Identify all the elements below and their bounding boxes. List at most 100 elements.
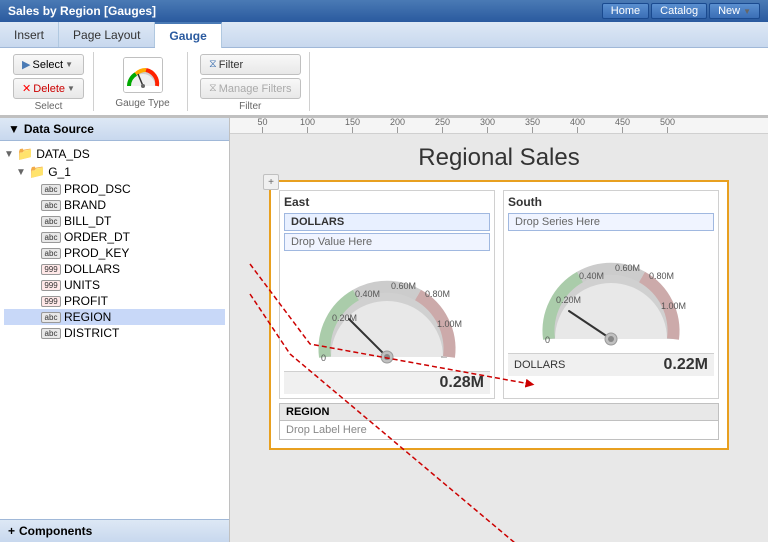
- ruler-mark-450: 450: [600, 118, 645, 133]
- ruler-mark-50: 50: [240, 118, 285, 133]
- type-icon-prod-key: abc: [41, 248, 61, 259]
- ribbon-group-select: ▶ Select ▼ ✕ Delete ▼ Select: [4, 52, 94, 111]
- gauge-value-south: 0.22M: [664, 356, 708, 374]
- tree-item-dollars[interactable]: 999 DOLLARS: [4, 261, 225, 277]
- gauge-container: + East DOLLARS Drop Value Here: [269, 180, 729, 450]
- ruler-mark-400: 400: [555, 118, 600, 133]
- tree-item-units[interactable]: 999 UNITS: [4, 277, 225, 293]
- tree-item-g1[interactable]: ▼ 📁 G_1: [4, 163, 225, 181]
- new-button[interactable]: New ▼: [709, 3, 760, 19]
- expand-datasource[interactable]: ▼: [8, 122, 20, 136]
- gauge-value-east: 0.28M: [440, 374, 484, 392]
- folder-icon-g1: 📁: [29, 164, 45, 180]
- label-zone-title: REGION: [280, 404, 718, 421]
- expand-g1[interactable]: ▼: [16, 167, 26, 178]
- svg-text:0.60M: 0.60M: [391, 281, 416, 291]
- gauge-panel-south: South Drop Series Here 0 0.20M: [503, 190, 719, 399]
- type-icon-order-dt: abc: [41, 232, 61, 243]
- expand-components[interactable]: +: [8, 524, 15, 538]
- gauge-dial-south: 0 0.20M 0.40M 0.60M 0.80M 1.00M: [508, 235, 714, 353]
- gauge-panel-east: East DOLLARS Drop Value Here: [279, 190, 495, 399]
- svg-text:0.40M: 0.40M: [355, 289, 380, 299]
- filter-button[interactable]: ⧖ Filter: [200, 54, 301, 75]
- title-bar-buttons: Home Catalog New ▼: [602, 3, 760, 19]
- catalog-button[interactable]: Catalog: [651, 3, 707, 19]
- tree-item-brand[interactable]: abc BRAND: [4, 197, 225, 213]
- canvas-content: Regional Sales + East DOLLARS Drop Value…: [230, 134, 768, 542]
- type-icon-brand: abc: [41, 200, 61, 211]
- gauge-value-label-south: DOLLARS: [514, 359, 664, 371]
- delete-button[interactable]: ✕ Delete ▼: [13, 78, 84, 99]
- svg-text:0.80M: 0.80M: [649, 271, 674, 281]
- new-dropdown-arrow: ▼: [743, 7, 751, 16]
- ruler-marks: 50 100 150 200 250: [230, 118, 690, 133]
- tree-item-prod-key[interactable]: abc PROD_KEY: [4, 245, 225, 261]
- south-label: South: [508, 195, 714, 209]
- components-header: + Components: [0, 519, 229, 542]
- ruler-mark-500: 500: [645, 118, 690, 133]
- ribbon-group-filter: ⧖ Filter ⧖ Manage Filters Filter: [192, 52, 310, 111]
- svg-text:0.40M: 0.40M: [579, 271, 604, 281]
- connect-icon[interactable]: +: [263, 174, 279, 190]
- type-icon-units: 999: [41, 280, 61, 291]
- ribbon-content: ▶ Select ▼ ✕ Delete ▼ Select: [0, 48, 768, 116]
- tab-gauge[interactable]: Gauge: [155, 22, 221, 48]
- canvas-area: 50 100 150 200 250: [230, 118, 768, 542]
- ruler-mark-100: 100: [285, 118, 330, 133]
- main-area: ▼ Data Source ▼ 📁 DATA_DS ▼ 📁 G_1 abc PR…: [0, 118, 768, 542]
- svg-text:0: 0: [545, 335, 550, 345]
- select-button[interactable]: ▶ Select ▼: [13, 54, 84, 75]
- svg-text:1.00M: 1.00M: [437, 319, 462, 329]
- folder-icon-datads: 📁: [17, 146, 33, 162]
- expand-datads[interactable]: ▼: [4, 149, 14, 160]
- gauge-value-row-east: 0.28M: [284, 371, 490, 394]
- label-zone-drop[interactable]: Drop Label Here: [280, 421, 718, 439]
- svg-text:1.00M: 1.00M: [661, 301, 686, 311]
- svg-text:0.80M: 0.80M: [425, 289, 450, 299]
- tree-item-district[interactable]: abc DISTRICT: [4, 325, 225, 341]
- type-icon-region: abc: [41, 312, 61, 323]
- tree-item-datads[interactable]: ▼ 📁 DATA_DS: [4, 145, 225, 163]
- tab-page-layout[interactable]: Page Layout: [59, 22, 155, 47]
- type-icon-dollars: 999: [41, 264, 61, 275]
- tree-item-profit[interactable]: 999 PROFIT: [4, 293, 225, 309]
- ruler-mark-350: 350: [510, 118, 555, 133]
- select-dropdown-arrow: ▼: [65, 60, 73, 69]
- gauge-type-content: [123, 54, 163, 96]
- ruler-mark-150: 150: [330, 118, 375, 133]
- drop-value-east[interactable]: Drop Value Here: [284, 233, 490, 251]
- svg-text:0: 0: [321, 353, 326, 363]
- select-group-content: ▶ Select ▼ ✕ Delete ▼: [13, 54, 84, 99]
- gauge-row: East DOLLARS Drop Value Here: [279, 190, 719, 399]
- ribbon-group-gauge-type: Gauge Type: [98, 52, 188, 111]
- ruler: 50 100 150 200 250: [230, 118, 768, 134]
- datasource-header: ▼ Data Source: [0, 118, 229, 141]
- svg-text:0.20M: 0.20M: [332, 313, 357, 323]
- type-icon-prod-dsc: abc: [41, 184, 61, 195]
- sidebar-tree: ▼ 📁 DATA_DS ▼ 📁 G_1 abc PROD_DSC abc BRA…: [0, 141, 229, 519]
- ribbon-tab-bar: Insert Page Layout Gauge: [0, 22, 768, 48]
- window-title: Sales by Region [Gauges]: [8, 4, 156, 18]
- tree-item-order-dt[interactable]: abc ORDER_DT: [4, 229, 225, 245]
- gauge-value-row-south: DOLLARS 0.22M: [508, 353, 714, 376]
- tree-item-prod-dsc[interactable]: abc PROD_DSC: [4, 181, 225, 197]
- svg-text:0.60M: 0.60M: [615, 263, 640, 273]
- type-icon-profit: 999: [41, 296, 61, 307]
- home-button[interactable]: Home: [602, 3, 649, 19]
- dollars-field-east[interactable]: DOLLARS: [284, 213, 490, 231]
- gauge-dial-east: 0 0.20M 0.40M 0.60M 0.80M 1.00M: [284, 253, 490, 371]
- gauge-type-group-label: Gauge Type: [115, 98, 169, 109]
- svg-text:0.20M: 0.20M: [556, 295, 581, 305]
- tab-insert[interactable]: Insert: [0, 22, 59, 47]
- type-icon-district: abc: [41, 328, 61, 339]
- drop-series-south[interactable]: Drop Series Here: [508, 213, 714, 231]
- tree-item-region[interactable]: abc REGION: [4, 309, 225, 325]
- manage-filters-button[interactable]: ⧖ Manage Filters: [200, 78, 301, 99]
- title-bar: Sales by Region [Gauges] Home Catalog Ne…: [0, 0, 768, 22]
- select-group-label: Select: [35, 101, 63, 112]
- ruler-mark-300: 300: [465, 118, 510, 133]
- gauge-type-icon[interactable]: [123, 57, 163, 93]
- east-label: East: [284, 195, 490, 209]
- report-title: Regional Sales: [240, 144, 758, 172]
- tree-item-bill-dt[interactable]: abc BILL_DT: [4, 213, 225, 229]
